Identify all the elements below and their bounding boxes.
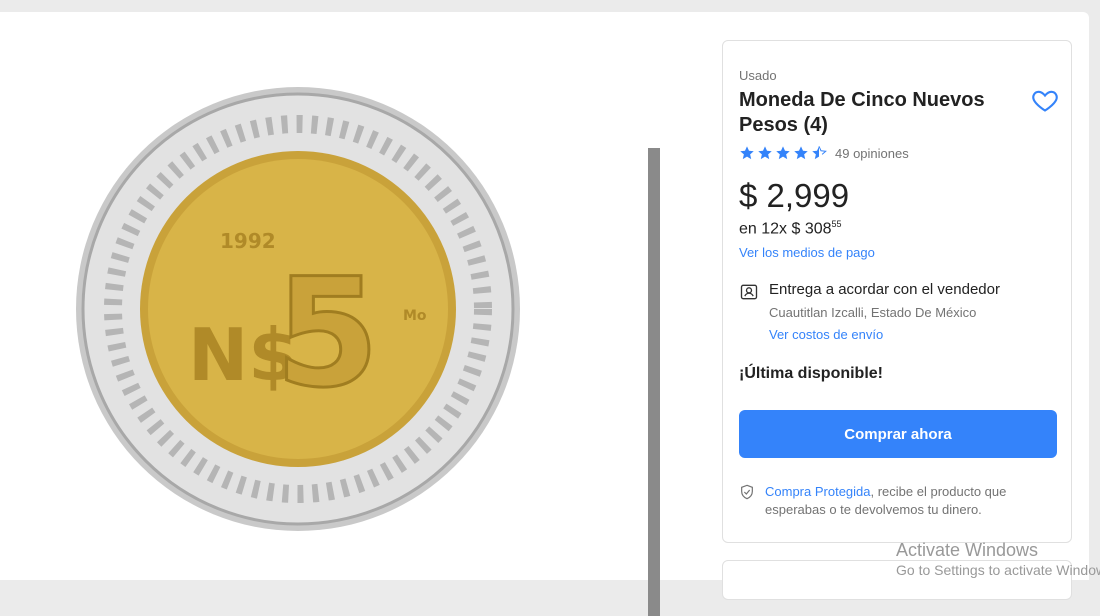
coin-denomination: 5 (275, 247, 379, 421)
protected-purchase: Compra Protegida, recibe el producto que… (765, 483, 1045, 519)
star-icon (794, 146, 808, 160)
protected-purchase-link[interactable]: Compra Protegida (765, 484, 871, 499)
shield-check-icon (741, 484, 753, 500)
installments: en 12x $ 30855 (739, 219, 842, 238)
coin-year: 1992 (220, 229, 276, 253)
shipping-location: Cuautitlan Izcalli, Estado De México (769, 305, 977, 320)
shipping-title: Entrega a acordar con el vendedor (769, 281, 1000, 298)
price: $ 2,999 (739, 177, 850, 214)
star-icon (740, 146, 754, 160)
image-gallery[interactable]: 1992 N$ 5 Mo (70, 80, 660, 616)
reviews-count: 49 opiniones (835, 145, 909, 161)
installments-amount: en 12x $ 308 (739, 220, 832, 238)
watermark-subtitle: Go to Settings to activate Windows. (896, 562, 1100, 578)
watermark-title: Activate Windows (896, 540, 1039, 560)
gallery-scrollbar[interactable] (648, 148, 660, 616)
installments-cents: 55 (831, 219, 842, 229)
stock-status: ¡Última disponible! (739, 365, 883, 382)
shipping-costs-link[interactable]: Ver costos de envío (769, 327, 883, 342)
coin-image: 1992 N$ 5 Mo (76, 87, 520, 531)
condition-label: Usado (739, 68, 777, 83)
product-page: 1992 N$ 5 Mo Usado Moneda De Cinco Nuevo… (0, 12, 1089, 616)
payment-methods-link[interactable]: Ver los medios de pago (739, 245, 875, 260)
rating-stars (739, 145, 827, 161)
buy-box: Usado Moneda De Cinco Nuevos Pesos (4) 4… (722, 40, 1072, 543)
coin-mint-mark: Mo (403, 308, 427, 324)
store-pickup-icon (740, 284, 758, 300)
rating[interactable]: 49 opiniones (739, 145, 909, 161)
heart-icon[interactable] (1031, 86, 1059, 114)
windows-activation-watermark: Activate Windows Go to Settings to activ… (896, 540, 1100, 580)
buy-now-button[interactable]: Comprar ahora (739, 410, 1057, 458)
star-icon (758, 146, 772, 160)
star-half-icon (812, 146, 827, 160)
star-icon (776, 146, 790, 160)
product-title: Moneda De Cinco Nuevos Pesos (4) (739, 89, 985, 136)
